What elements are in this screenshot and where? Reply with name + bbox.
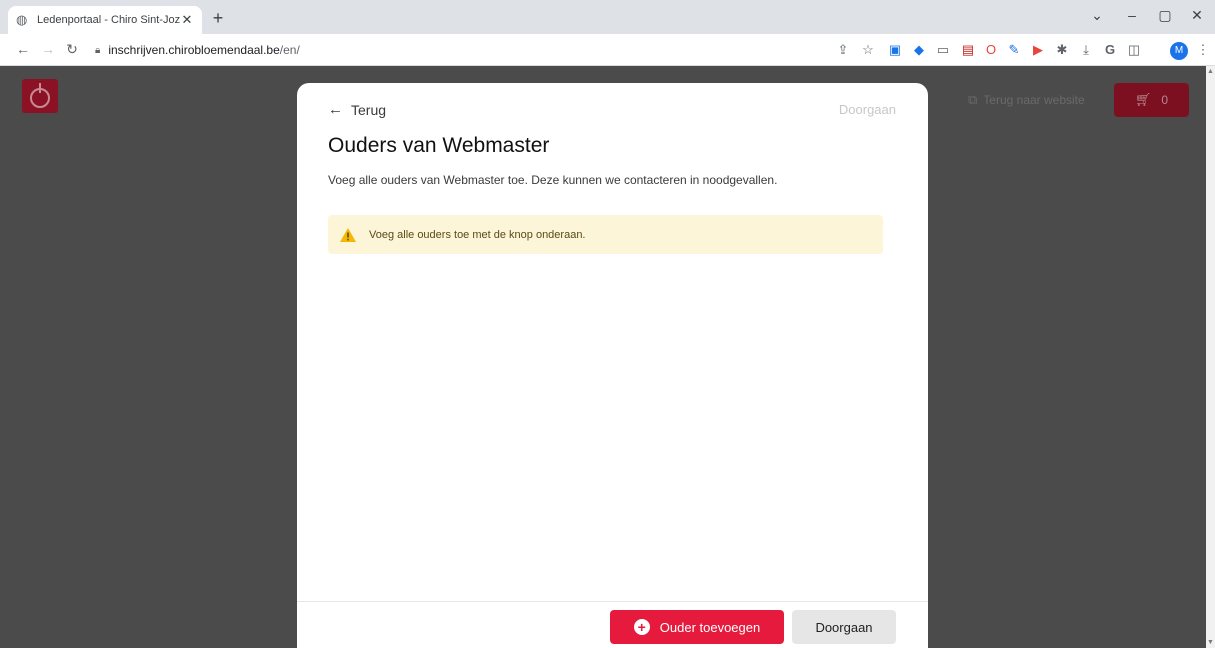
share-icon[interactable]: ⇪ (835, 42, 851, 58)
extension-pip-icon[interactable]: ▭ (935, 42, 951, 58)
extension-play-icon[interactable]: ▶ (1030, 42, 1046, 58)
browser-tab[interactable]: ◍ Ledenportaal - Chiro Sint-Jozef B ✕ (8, 6, 202, 34)
close-tab-icon[interactable]: ✕ (180, 12, 194, 28)
bookmark-star-icon[interactable]: ☆ (860, 42, 876, 58)
globe-icon: ◍ (16, 12, 28, 27)
extension-pen-icon[interactable]: ✎ (1006, 42, 1022, 58)
continue-top-button[interactable]: Doorgaan (839, 102, 896, 117)
profile-avatar[interactable]: M (1170, 42, 1188, 60)
add-parent-label: Ouder toevoegen (659, 619, 761, 635)
extension-translate-icon[interactable]: ▣ (887, 42, 903, 58)
arrow-left-icon: ← (328, 101, 343, 118)
continue-button[interactable]: Doorgaan (792, 610, 896, 644)
back-label: Terug (351, 101, 387, 118)
download-icon[interactable]: ⤓ (1078, 42, 1094, 58)
page-scrollbar[interactable]: ▲ ▼ (1206, 66, 1215, 648)
extensions-puzzle-icon[interactable]: ✱ (1054, 42, 1070, 58)
more-menu-icon[interactable]: ⋮ (1195, 42, 1211, 58)
new-tab-button[interactable]: + (208, 8, 228, 29)
forward-nav-icon[interactable]: → (39, 41, 57, 57)
reload-icon[interactable]: ↻ (63, 41, 81, 58)
site-logo[interactable] (22, 79, 58, 113)
extension-diamond-icon[interactable]: ◆ (911, 42, 927, 58)
side-panel-icon[interactable]: ◫ (1126, 42, 1142, 58)
tab-search-icon[interactable]: ⌄ (1087, 7, 1107, 24)
warning-alert: Voeg alle ouders toe met de knop onderaa… (328, 215, 883, 254)
browser-toolbar: ← → ↻ 🔒︎ inschrijven.chirobloemendaal.be… (0, 34, 1215, 66)
url-path: /en/ (279, 43, 300, 57)
tab-title: Ledenportaal - Chiro Sint-Jozef B (37, 14, 180, 26)
scroll-up-icon[interactable]: ▲ (1206, 68, 1215, 75)
modal-footer: + Ouder toevoegen Doorgaan (297, 601, 928, 648)
scroll-down-icon[interactable]: ▼ (1206, 639, 1215, 646)
address-bar[interactable]: 🔒︎ inschrijven.chirobloemendaal.be/en/ (95, 38, 1110, 62)
close-window-button[interactable]: ✕ (1187, 7, 1207, 24)
url-domain: inschrijven.chirobloemendaal.be (108, 43, 280, 57)
add-parent-button[interactable]: + Ouder toevoegen (610, 610, 784, 644)
external-link-icon: ⧉ (968, 92, 978, 107)
cart-button[interactable]: 🛒︎ 0 (1114, 83, 1189, 117)
alert-text: Voeg alle ouders toe met de knop onderaa… (369, 228, 586, 241)
cart-icon: 🛒︎ (1134, 92, 1152, 107)
extension-badge-icon[interactable]: ▤ (960, 42, 976, 58)
back-to-website-link[interactable]: ⧉ Terug naar website (968, 92, 1085, 108)
cart-count: 0 (1161, 93, 1169, 107)
warning-icon (340, 227, 356, 242)
restore-button[interactable]: ▢ (1155, 7, 1175, 24)
back-nav-icon[interactable]: ← (14, 41, 32, 57)
minimize-button[interactable]: – (1122, 7, 1142, 23)
modal-title: Ouders van Webmaster (328, 134, 550, 157)
plus-circle-icon: + (633, 619, 650, 635)
extension-g-icon[interactable]: G (1102, 42, 1118, 58)
modal-description: Voeg alle ouders van Webmaster toe. Deze… (328, 173, 778, 187)
browser-tabstrip: ◍ Ledenportaal - Chiro Sint-Jozef B ✕ + … (0, 0, 1215, 34)
extension-opera-icon[interactable]: O (983, 42, 999, 58)
lock-icon[interactable]: 🔒︎ (95, 45, 100, 56)
back-to-website-label: Terug naar website (983, 93, 1085, 107)
back-button[interactable]: ← Terug (328, 101, 386, 118)
parents-modal: ← Terug Doorgaan Ouders van Webmaster Vo… (297, 83, 928, 648)
